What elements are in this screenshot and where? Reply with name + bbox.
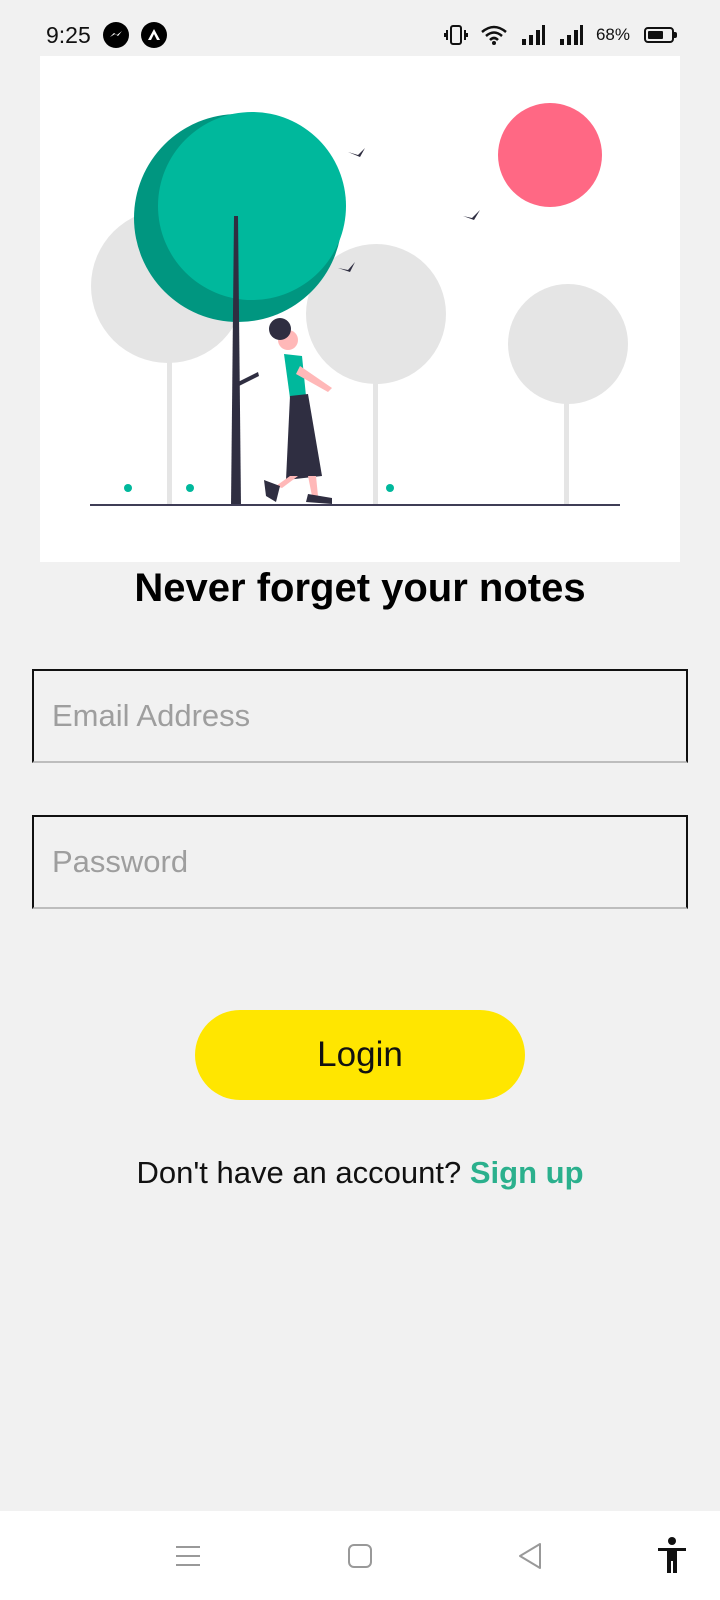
page-title: Never forget your notes (134, 566, 586, 610)
teal-tree (158, 112, 346, 300)
login-button[interactable]: Login (195, 1010, 525, 1100)
flower-1 (124, 484, 132, 492)
battery-fill (648, 31, 663, 39)
status-left: 9:25 (46, 22, 167, 49)
nav-bar (0, 1511, 720, 1600)
menu-button[interactable] (166, 1511, 210, 1600)
home-icon (348, 1543, 372, 1568)
menu-icon (176, 1545, 200, 1566)
battery-percent: 68% (595, 25, 630, 44)
app-icon (140, 22, 167, 48)
gray-trunk-left (167, 356, 172, 506)
back-button[interactable] (508, 1511, 552, 1600)
woman-hair (269, 318, 291, 340)
battery-icon (644, 27, 677, 43)
flower-3 (386, 484, 394, 492)
home-button[interactable] (338, 1511, 382, 1600)
woman-legs (276, 476, 318, 496)
woman-skirt (286, 394, 322, 480)
back-icon (519, 1542, 541, 1569)
woman-shoes (264, 480, 332, 504)
email-field[interactable] (32, 669, 688, 763)
signup-link[interactable]: Sign up (470, 1155, 584, 1190)
gray-trunk-mid (373, 376, 378, 506)
signup-prompt: Don't have an account? (136, 1155, 462, 1190)
status-time: 9:25 (46, 21, 91, 48)
ground-line (90, 504, 620, 506)
status-right: 68% (443, 24, 677, 46)
gray-trunk-right (564, 396, 569, 506)
accessibility-button[interactable] (650, 1511, 694, 1600)
signal-icon (520, 24, 546, 46)
signup-row: Don't have an account? Sign up (0, 1155, 720, 1191)
password-field[interactable] (32, 815, 688, 909)
vibrate-icon (443, 24, 468, 46)
bird-1 (348, 148, 365, 157)
gray-tree-right (508, 284, 628, 404)
flower-2 (186, 484, 194, 492)
hero-svg (90, 103, 628, 506)
signal-icon-2 (558, 24, 584, 46)
bird-2 (463, 210, 480, 220)
sun (498, 103, 602, 207)
hero-illustration (40, 56, 680, 562)
accessibility-icon (658, 1536, 686, 1573)
wifi-icon (480, 24, 508, 46)
messenger-icon (102, 22, 129, 48)
teal-tree-branch (238, 372, 259, 386)
